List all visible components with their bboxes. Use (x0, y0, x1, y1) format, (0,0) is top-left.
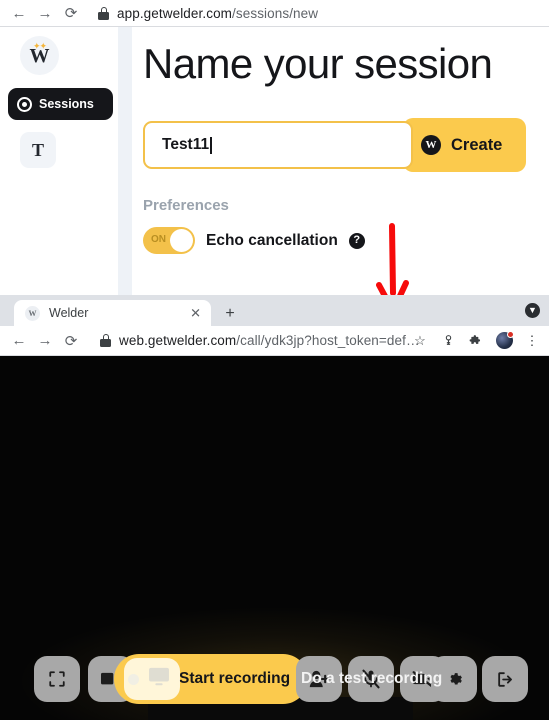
tab-title: Welder (49, 306, 89, 320)
profile-chip-icon[interactable]: ▼ (525, 303, 540, 318)
test-recording-tooltip: Do a test recording (301, 670, 443, 687)
sparkle-icon: ✦✦ (32, 41, 47, 51)
welder-badge-icon: W (421, 135, 441, 155)
create-button-label: Create (451, 135, 503, 154)
forward-icon[interactable]: → (32, 328, 58, 354)
text-tool-icon[interactable]: T (20, 132, 56, 168)
create-button[interactable]: W Create (403, 118, 527, 172)
echo-cancellation-toggle[interactable]: ON (143, 227, 195, 254)
red-down-arrow (376, 223, 409, 295)
toggle-state-label: ON (151, 234, 166, 245)
text-caret (210, 136, 212, 154)
session-create-panel: Name your session Test11 W Create Prefer… (132, 27, 549, 295)
sidebar-rail (118, 27, 132, 295)
browser-window-call: W Welder ✕ + ▼ ← → ⟳ web.getwelder.com/c… (0, 295, 549, 720)
url-text-bottom: web.getwelder.com/call/ydk3jp?host_token… (119, 333, 420, 348)
back-icon[interactable]: ← (6, 328, 32, 354)
recording-hover-highlight (124, 658, 180, 700)
url-host: app.getwelder.com (117, 5, 233, 21)
echo-cancellation-label: Echo cancellation (206, 231, 338, 249)
echo-cancellation-row: ON Echo cancellation ? (143, 227, 365, 254)
url-text-top: app.getwelder.com/sessions/new (117, 6, 318, 21)
fullscreen-icon[interactable] (34, 656, 80, 702)
session-name-row: Test11 W Create (143, 118, 527, 172)
question-mark-icon[interactable]: ? (348, 232, 365, 249)
lock-icon (98, 6, 109, 20)
welder-logo-icon[interactable]: ✦✦ W (20, 36, 59, 75)
toggle-knob (170, 229, 193, 252)
three-dot-menu-icon[interactable]: ⋮ (519, 328, 545, 354)
lock-icon (100, 334, 111, 347)
omnibox-bar-bottom: ← → ⟳ web.getwelder.com/call/ydk3jp?host… (0, 326, 549, 355)
back-icon[interactable]: ← (6, 0, 32, 26)
tab-strip: W Welder ✕ + ▼ (0, 295, 549, 326)
exit-icon[interactable] (482, 656, 528, 702)
close-icon[interactable]: ✕ (190, 307, 201, 320)
star-icon[interactable]: ☆ (407, 328, 433, 354)
page-title: Name your session (143, 40, 493, 87)
url-host: web.getwelder.com (119, 333, 237, 348)
sidebar-item-sessions[interactable]: Sessions (8, 88, 113, 120)
record-target-icon (17, 96, 32, 112)
welder-favicon: W (25, 305, 40, 321)
address-bar-bottom[interactable]: web.getwelder.com/call/ydk3jp?host_token… (100, 333, 420, 348)
session-name-value: Test11 (162, 136, 210, 153)
url-path: /sessions/new (232, 5, 319, 21)
browser-window-app: ← → ⟳ app.getwelder.com/sessions/new ✦✦ … (0, 0, 549, 295)
tab-welder[interactable]: W Welder ✕ (14, 300, 211, 326)
account-avatar-icon[interactable] (491, 328, 517, 354)
call-toolbar: Start recording Do a test recording (0, 654, 549, 712)
app-sidebar: ✦✦ W Sessions T (0, 27, 118, 295)
session-name-input[interactable]: Test11 (143, 121, 413, 169)
sidebar-item-label: Sessions (39, 97, 94, 111)
app-viewport: ✦✦ W Sessions T Name your session Test11 (0, 27, 549, 295)
url-path: /call/ydk3jp?host_token=def… (236, 333, 420, 348)
puzzle-piece-icon[interactable] (463, 328, 489, 354)
text-tool-label: T (31, 139, 44, 160)
reload-icon[interactable]: ⟳ (58, 0, 84, 26)
screenshot-root: ← → ⟳ app.getwelder.com/sessions/new ✦✦ … (0, 0, 549, 720)
address-bar-top[interactable]: app.getwelder.com/sessions/new (98, 6, 318, 21)
start-recording-label: Start recording (179, 670, 291, 687)
forward-icon[interactable]: → (32, 0, 58, 26)
omnibox-actions: ☆ ⋮ (407, 326, 545, 355)
preferences-title: Preferences (143, 197, 229, 214)
reload-icon[interactable]: ⟳ (58, 328, 84, 354)
plus-icon[interactable]: + (220, 304, 240, 324)
key-icon[interactable] (435, 328, 461, 354)
omnibox-bar-top: ← → ⟳ app.getwelder.com/sessions/new (0, 0, 549, 26)
